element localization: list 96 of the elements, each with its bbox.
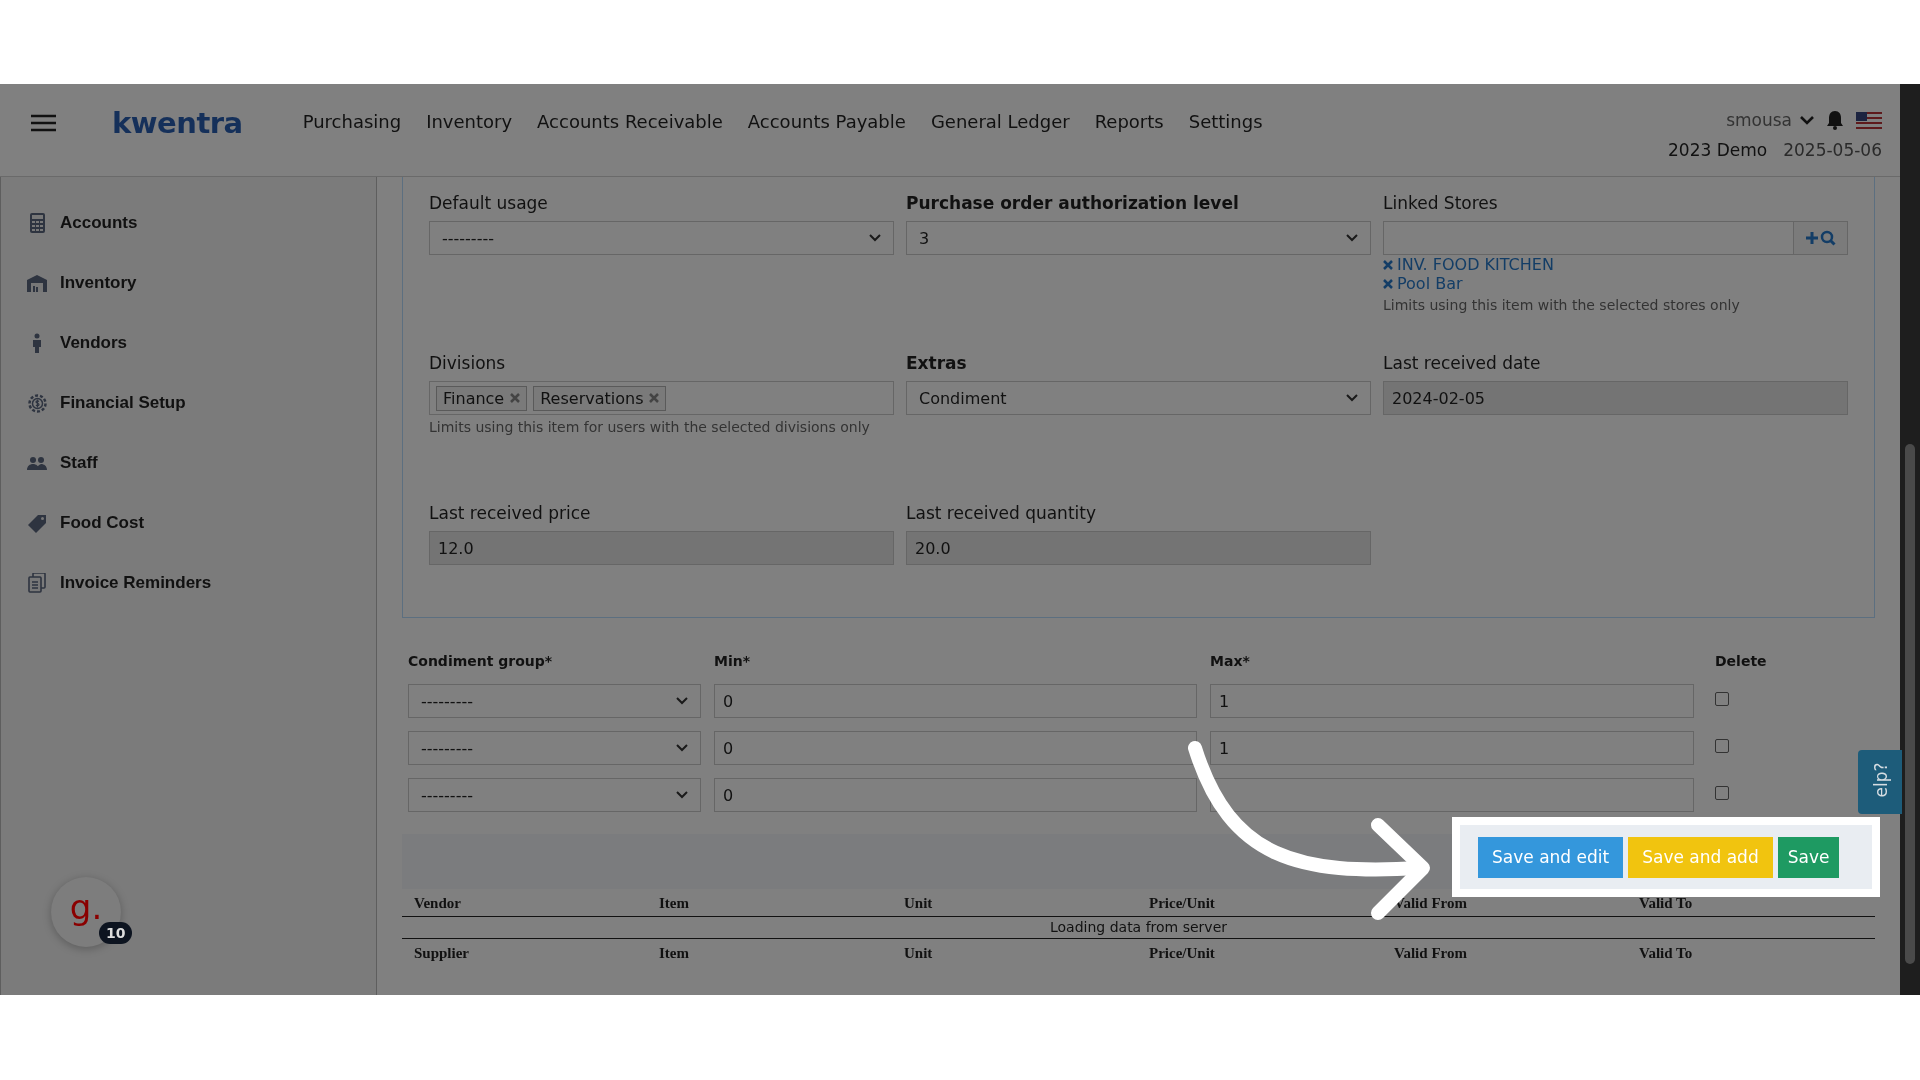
calculator-icon <box>29 213 45 233</box>
column-header: Price/Unit <box>1148 894 1216 913</box>
flag-icon[interactable] <box>1856 111 1882 129</box>
remove-icon[interactable] <box>1383 259 1393 270</box>
sidebar-item[interactable]: Food Cost <box>1 493 376 553</box>
select-field[interactable]: --------- <box>408 778 701 812</box>
field-label: Purchase order authorization level <box>906 193 1240 213</box>
dollar-gear-icon <box>27 393 47 413</box>
input-field[interactable]: 1 <box>1210 731 1694 765</box>
remove-icon[interactable] <box>510 393 521 403</box>
division-tag[interactable]: Finance <box>436 385 528 411</box>
column-header: Valid To <box>1638 944 1694 963</box>
help-text: Limits using this item with the selected stores only <box>1383 296 1741 315</box>
sidebar-item[interactable]: Inventory <box>1 253 376 313</box>
input-field[interactable]: 12.0 <box>429 531 894 565</box>
plus-search-icon <box>1804 230 1837 246</box>
input-field[interactable]: 2024-02-05 <box>1383 381 1848 415</box>
remove-icon[interactable] <box>1383 278 1393 289</box>
person-icon <box>32 333 42 353</box>
scrollbar[interactable] <box>1900 84 1920 995</box>
bell-icon[interactable] <box>1826 110 1844 130</box>
column-header: Supplier <box>413 944 471 963</box>
column-header: Condiment group* <box>408 653 554 671</box>
tag-icon <box>27 513 47 533</box>
field-label: Last received date <box>1383 353 1542 373</box>
column-header: Unit <box>903 944 934 963</box>
warehouse-icon <box>27 274 47 292</box>
field-label: Linked Stores <box>1383 193 1499 213</box>
column-header: Item <box>658 894 690 913</box>
company-name: 2023 Demo <box>1668 140 1768 160</box>
people-icon <box>27 456 47 470</box>
loading-message: Loading data from server <box>1049 918 1228 937</box>
nav-link[interactable]: Accounts Payable <box>747 111 906 132</box>
nav-link[interactable]: Reports <box>1094 111 1164 132</box>
chevron-down-icon <box>676 697 688 705</box>
column-header: Vendor <box>413 894 462 913</box>
input-field[interactable]: 1 <box>1210 684 1694 718</box>
nav-link[interactable]: General Ledger <box>930 111 1070 132</box>
field-label: Divisions <box>429 353 507 373</box>
select-field[interactable]: Condiment <box>906 381 1371 415</box>
column-header: Item <box>658 944 690 963</box>
column-header: Valid To <box>1638 894 1694 913</box>
menu-icon[interactable] <box>31 114 56 132</box>
sidebar-item[interactable]: Vendors <box>1 313 376 373</box>
tag-field[interactable]: Finance Reservations <box>429 381 894 415</box>
brand-logo[interactable]: kwentra <box>112 106 243 140</box>
input-field[interactable]: 20.0 <box>906 531 1371 565</box>
documents-icon <box>28 573 46 593</box>
user-menu[interactable]: smousa <box>1726 110 1814 130</box>
delete-checkbox[interactable] <box>1715 786 1729 800</box>
field-label: Last received quantity <box>906 503 1097 523</box>
column-header: Max* <box>1210 653 1251 671</box>
nav-link[interactable]: Purchasing <box>302 111 402 132</box>
input-field[interactable]: 0 <box>714 778 1197 812</box>
input-field[interactable]: 0 <box>714 684 1197 718</box>
column-header: Delete <box>1715 653 1768 671</box>
chevron-down-icon <box>1346 234 1358 242</box>
sidebar-item[interactable]: Accounts <box>1 193 376 253</box>
input-field[interactable]: 0 <box>714 731 1197 765</box>
chevron-down-icon <box>869 234 881 242</box>
count-badge: 10 <box>99 922 133 944</box>
nav-link[interactable]: Settings <box>1188 111 1263 132</box>
help-tab[interactable]: elp? <box>1858 750 1902 814</box>
column-header: Valid From <box>1393 944 1468 963</box>
select-field[interactable]: --------- <box>408 731 701 765</box>
sidebar-item[interactable]: Invoice Reminders <box>1 553 376 613</box>
linked-store-link[interactable]: Pool Bar <box>1383 274 1848 293</box>
select-field[interactable]: 3 <box>906 221 1371 255</box>
input-field[interactable] <box>1383 221 1794 255</box>
remove-icon[interactable] <box>649 393 660 403</box>
field-label: Default usage <box>429 193 549 213</box>
save-button[interactable]: Save <box>1777 836 1840 878</box>
select-field[interactable]: --------- <box>429 221 894 255</box>
division-tag[interactable]: Reservations <box>533 385 667 411</box>
help-text: Limits using this item for users with the selected divisions only <box>429 418 871 437</box>
column-header: Unit <box>903 894 934 913</box>
column-header: Min* <box>714 653 752 671</box>
column-header: Price/Unit <box>1148 944 1216 963</box>
sidebar-item[interactable]: Financial Setup <box>1 373 376 433</box>
chevron-down-icon <box>676 744 688 752</box>
save-button[interactable]: Save and edit <box>1478 836 1624 878</box>
delete-checkbox[interactable] <box>1715 739 1729 753</box>
add-search-button[interactable] <box>1794 221 1848 255</box>
linked-store-link[interactable]: INV. FOOD KITCHEN <box>1383 255 1848 274</box>
select-field[interactable]: --------- <box>408 684 701 718</box>
nav-link[interactable]: Accounts Receivable <box>537 111 723 132</box>
chevron-down-icon <box>676 791 688 799</box>
nav-link[interactable]: Inventory <box>426 111 513 132</box>
date-text: 2025-05-06 <box>1783 140 1882 160</box>
chevron-down-icon <box>1346 394 1358 402</box>
input-field[interactable] <box>1210 778 1694 812</box>
field-label: Extras <box>906 353 968 373</box>
delete-checkbox[interactable] <box>1715 692 1729 706</box>
chevron-down-icon <box>1800 115 1814 125</box>
field-label: Last received price <box>429 503 592 523</box>
sidebar-item[interactable]: Staff <box>1 433 376 493</box>
